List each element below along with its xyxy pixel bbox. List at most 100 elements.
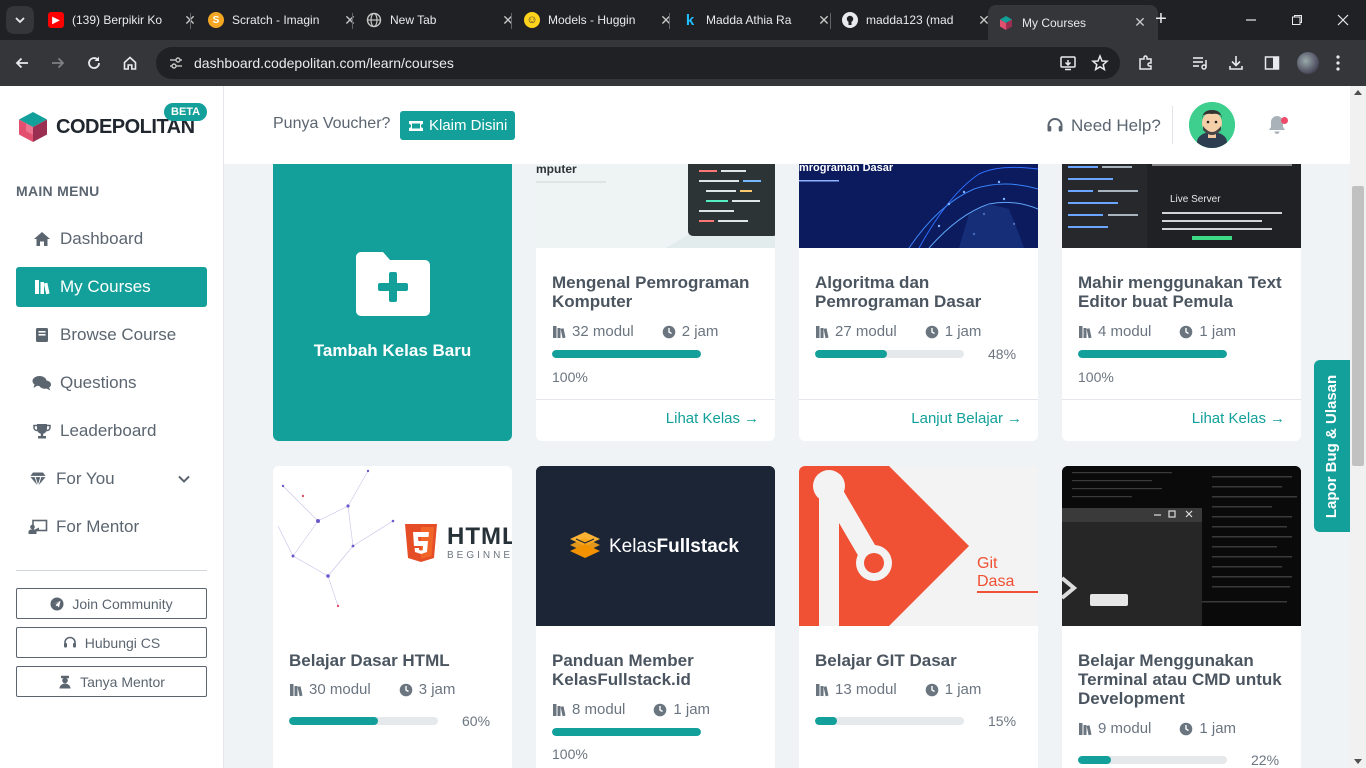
side-panel-icon[interactable] — [1260, 51, 1284, 75]
new-tab-button[interactable]: + — [1150, 9, 1172, 31]
browser-tab[interactable]: ▶ (139) Berpikir Ko ✕ — [38, 5, 208, 35]
need-help-link[interactable]: Need Help? — [1046, 116, 1161, 136]
user-avatar[interactable] — [1189, 102, 1235, 148]
address-bar[interactable]: dashboard.codepolitan.com/learn/courses — [156, 47, 1120, 79]
sidebar-item-label: Leaderboard — [60, 421, 157, 440]
course-card[interactable]: Git Dasa Belajar GIT Dasar 13 modul 1 ja… — [799, 466, 1038, 768]
progress-bar — [1078, 350, 1227, 358]
tab-search-button[interactable] — [6, 6, 34, 34]
chevron-down-icon — [15, 17, 25, 24]
media-control-icon[interactable] — [1188, 51, 1212, 75]
sidebar-item-questions[interactable]: Questions — [16, 363, 207, 403]
close-window-icon[interactable] — [1331, 8, 1355, 32]
sidebar-item-for-mentor[interactable]: For Mentor — [16, 507, 207, 547]
comments-icon — [32, 373, 52, 393]
progress-percent: 22% — [1251, 752, 1280, 768]
site-info-icon[interactable] — [166, 53, 186, 73]
course-card[interactable]: Live Server Mahir menggunakan Text Edito… — [1062, 164, 1301, 441]
tanya-mentor-button[interactable]: Tanya Mentor — [16, 666, 207, 697]
thumbnail-text-regular: Kelas — [609, 536, 657, 557]
sidebar-item-label: Questions — [60, 373, 137, 392]
chevron-down-icon[interactable] — [177, 471, 191, 491]
browser-tab[interactable]: S Scratch - Imagin ✕ — [198, 5, 368, 35]
codepolitan-icon — [998, 15, 1014, 31]
claim-voucher-button[interactable]: Klaim Disini — [400, 111, 516, 140]
minimize-icon[interactable] — [1239, 8, 1263, 32]
tanya-mentor-label: Tanya Mentor — [80, 673, 165, 690]
progress-bar — [289, 717, 438, 725]
tab-title: New Tab — [390, 13, 437, 27]
scroll-down-icon[interactable] — [1354, 759, 1362, 764]
clock-icon — [653, 703, 667, 717]
page-scrollbar[interactable] — [1350, 86, 1366, 768]
extensions-icon[interactable] — [1134, 51, 1158, 75]
clock-icon — [399, 683, 413, 697]
progress-bar — [552, 728, 701, 736]
course-card[interactable]: HTML BEGINNER Belajar Dasar HTML 30 modu… — [273, 466, 512, 768]
sidebar-item-dashboard[interactable]: Dashboard — [16, 219, 207, 259]
telegram-icon — [50, 597, 64, 611]
sidebar-item-leaderboard[interactable]: Leaderboard — [16, 411, 207, 451]
view-class-link[interactable]: Lihat Kelas → — [666, 410, 759, 427]
kaggle-icon: k — [685, 11, 695, 29]
view-class-link[interactable]: Lihat Kelas → — [1192, 410, 1285, 427]
download-icon[interactable] — [1224, 51, 1248, 75]
profile-avatar-icon[interactable] — [1296, 51, 1320, 75]
bookmark-star-icon[interactable] — [1088, 51, 1112, 75]
join-community-button[interactable]: Join Community — [16, 588, 207, 619]
voucher-text: Punya Voucher? — [273, 115, 391, 132]
forward-icon[interactable] — [46, 51, 70, 75]
home-browser-icon[interactable] — [118, 51, 142, 75]
course-card[interactable]: Belajar Menggunakan Terminal atau CMD un… — [1062, 466, 1301, 768]
scrollbar-thumb[interactable] — [1352, 186, 1364, 466]
continue-learning-link[interactable]: Lanjut Belajar → — [911, 410, 1022, 427]
course-title: Panduan Member KelasFullstack.id — [552, 651, 694, 689]
browser-menu-icon[interactable] — [1326, 51, 1350, 75]
course-card[interactable]: mrograman Dasar Algoritma dan Pemrograma… — [799, 164, 1038, 441]
progress-bar — [815, 717, 964, 725]
course-title: Algoritma dan Pemrograman Dasar — [815, 273, 982, 311]
sidebar-item-my-courses[interactable]: My Courses — [16, 267, 207, 307]
browser-tab[interactable]: madda123 (mad ✕ — [832, 5, 1002, 35]
module-count: 32 modul — [572, 323, 634, 340]
courses-icon — [32, 277, 52, 297]
book-icon — [32, 325, 52, 345]
progress-bar — [552, 350, 701, 358]
browser-tab[interactable]: New Tab ✕ — [356, 5, 526, 35]
tab-title: Scratch - Imagin — [232, 13, 320, 27]
browser-tab[interactable]: ☺ Models - Huggin ✕ — [514, 5, 684, 35]
sidebar-item-for-you[interactable]: For You — [16, 459, 207, 499]
close-tab-icon[interactable]: ✕ — [1132, 14, 1148, 31]
huggingface-icon: ☺ — [524, 12, 540, 28]
sidebar: CODEPOLITAN BETA MAIN MENU Dashboard My … — [0, 86, 224, 768]
thumbnail-text: Live Server — [1170, 194, 1221, 205]
add-course-card[interactable]: Tambah Kelas Baru — [273, 164, 512, 441]
course-thumbnail: Live Server — [1062, 164, 1301, 248]
restore-icon[interactable] — [1285, 8, 1309, 32]
report-bug-label: Lapor Bug & Ulasan — [1323, 374, 1341, 518]
browser-tab[interactable]: k Madda Athia Ra ✕ — [672, 5, 842, 35]
course-thumbnail: Git Dasa — [799, 466, 1038, 626]
tab-title: Madda Athia Ra — [706, 13, 792, 27]
course-card[interactable]: KelasFullstack Panduan Member KelasFulls… — [536, 466, 775, 768]
thumbnail-text: mrograman Dasar — [799, 164, 894, 174]
hubungi-cs-button[interactable]: Hubungi CS — [16, 627, 207, 658]
youtube-icon: ▶ — [48, 12, 64, 28]
clock-icon — [1179, 325, 1193, 339]
reload-icon[interactable] — [82, 51, 106, 75]
page-viewport: CODEPOLITAN BETA MAIN MENU Dashboard My … — [0, 86, 1366, 768]
main-menu-heading: MAIN MENU — [16, 183, 100, 199]
chalkboard-icon — [28, 517, 48, 537]
back-icon[interactable] — [10, 51, 34, 75]
browser-tab-active[interactable]: My Courses ✕ — [988, 5, 1158, 40]
modules-icon — [815, 325, 829, 339]
sidebar-item-browse-course[interactable]: Browse Course — [16, 315, 207, 355]
modules-icon — [552, 703, 566, 717]
courses-grid: Tambah Kelas Baru mputer Mengenal Pemrog… — [224, 164, 1350, 768]
course-card[interactable]: mputer Mengenal Pemrograman Komputer 32 … — [536, 164, 775, 441]
report-bug-tab[interactable]: Lapor Bug & Ulasan — [1314, 360, 1350, 532]
install-app-icon[interactable] — [1056, 51, 1080, 75]
scroll-up-icon[interactable] — [1354, 90, 1362, 95]
course-duration: 1 jam — [673, 701, 711, 718]
sidebar-item-label: For Mentor — [56, 517, 140, 536]
